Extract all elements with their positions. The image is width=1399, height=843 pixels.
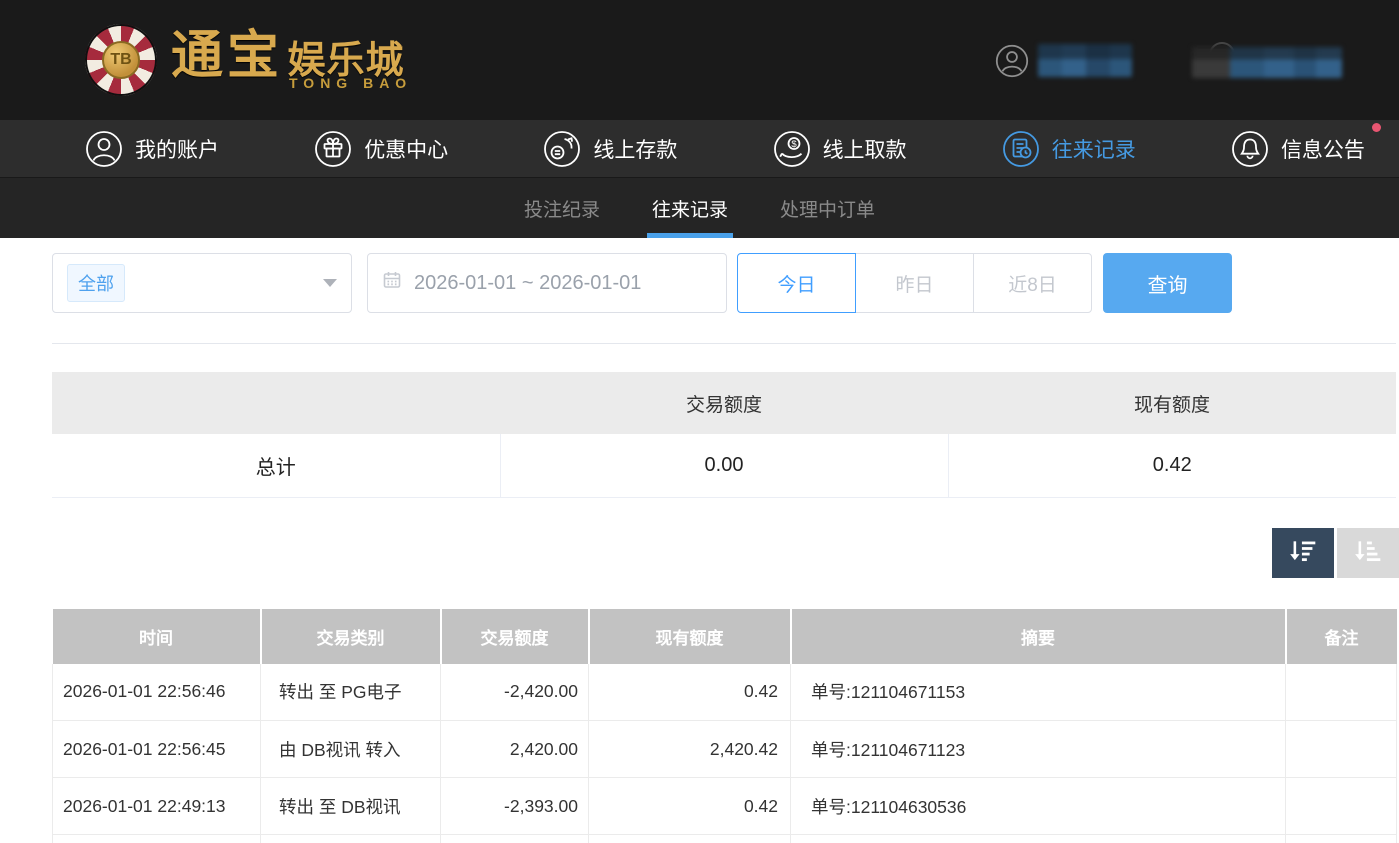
active-tab-underline: [647, 233, 733, 238]
blurred-balance: [1192, 47, 1342, 78]
nav-item-transaction-records[interactable]: 往来记录: [1002, 130, 1136, 168]
nav-item-withdraw[interactable]: $ 线上取款: [773, 130, 907, 168]
quick-date-buttons: 今日 昨日 近8日: [737, 253, 1092, 313]
category-select[interactable]: 全部: [52, 253, 352, 313]
nav-item-promotions[interactable]: 优惠中心: [314, 130, 448, 168]
summary-balance-total: 0.42: [948, 434, 1396, 497]
calendar-icon: [382, 270, 402, 296]
bell-icon: [1231, 130, 1269, 168]
tab-processing-orders[interactable]: 处理中订单: [778, 178, 877, 238]
tab-label: 处理中订单: [780, 195, 875, 222]
sort-ascending-button[interactable]: [1337, 528, 1399, 578]
date-range-picker[interactable]: 2026-01-01 ~ 2026-01-01: [367, 253, 727, 313]
svg-text:$: $: [791, 139, 797, 150]
chevron-down-icon: [323, 279, 337, 287]
cell-type: 转出 至 DB视讯: [261, 778, 441, 835]
sort-descending-icon: [1288, 539, 1318, 567]
nav-label: 我的账户: [135, 134, 219, 164]
nav-label: 线上存款: [593, 134, 677, 164]
brand-logo[interactable]: TB 通宝 娱乐城 TONG BAO: [85, 22, 412, 98]
nav-label: 往来记录: [1052, 134, 1136, 164]
nav-label: 信息公告: [1281, 134, 1365, 164]
brand-name-primary: 通宝: [171, 27, 283, 85]
tab-betting-records[interactable]: 投注纪录: [522, 178, 602, 238]
summary-total-row: 总计 0.00 0.42: [52, 434, 1396, 497]
col-header-balance: 现有额度: [589, 609, 791, 664]
sort-controls: [0, 528, 1399, 578]
cell-balance: 0.42: [589, 778, 791, 835]
cell-balance: 0.42: [589, 664, 791, 721]
user-icon: [85, 130, 123, 168]
selected-category-chip[interactable]: 全部: [67, 264, 125, 302]
tab-label: 投注纪录: [524, 195, 600, 222]
user-info-area: [979, 0, 1399, 120]
records-icon: [1002, 130, 1040, 168]
col-header-time: 时间: [53, 609, 261, 664]
query-button[interactable]: 查询: [1103, 253, 1232, 313]
top-header: TB 通宝 娱乐城 TONG BAO: [0, 0, 1399, 120]
nav-label: 线上取款: [823, 134, 907, 164]
chip-monogram: TB: [102, 41, 140, 79]
table-row-partial: [53, 835, 1397, 843]
sub-navigation: 投注纪录 往来记录 处理中订单: [0, 178, 1399, 238]
cell-summary: 单号:121104671153: [791, 664, 1286, 721]
cell-type: 转出 至 PG电子: [261, 664, 441, 721]
table-row: 2026-01-01 22:49:13 转出 至 DB视讯 -2,393.00 …: [53, 778, 1397, 835]
nav-label: 优惠中心: [364, 134, 448, 164]
cell-amount: -2,393.00: [441, 778, 589, 835]
cell-summary: 单号:121104630536: [791, 778, 1286, 835]
col-header-amount: 交易额度: [441, 609, 589, 664]
today-button[interactable]: 今日: [737, 253, 856, 313]
summary-header-empty: [52, 372, 500, 434]
user-avatar-icon: [995, 44, 1029, 83]
tab-transaction-records[interactable]: 往来记录: [650, 178, 730, 238]
blurred-username: [1038, 44, 1132, 77]
nav-item-deposit[interactable]: 线上存款: [543, 130, 677, 168]
nav-item-my-account[interactable]: 我的账户: [85, 130, 219, 168]
casino-chip-icon: TB: [85, 24, 157, 96]
summary-header-balance: 现有额度: [948, 372, 1396, 434]
cell-amount: -2,420.00: [441, 664, 589, 721]
col-header-type: 交易类别: [261, 609, 441, 664]
table-row: 2026-01-01 22:56:45 由 DB视讯 转入 2,420.00 2…: [53, 721, 1397, 778]
sort-ascending-icon: [1353, 539, 1383, 567]
records-header-row: 时间 交易类别 交易额度 现有额度 摘要 备注: [53, 609, 1397, 664]
date-range-value: 2026-01-01 ~ 2026-01-01: [414, 272, 641, 295]
last-8-days-button[interactable]: 近8日: [973, 253, 1092, 313]
table-row: 2026-01-01 22:56:46 转出 至 PG电子 -2,420.00 …: [53, 664, 1397, 721]
brand-name-en: TONG BAO: [289, 76, 412, 90]
deposit-icon: [543, 130, 581, 168]
cell-note: [1286, 664, 1397, 721]
withdraw-icon: $: [773, 130, 811, 168]
brand-text: 通宝 娱乐城 TONG BAO: [171, 30, 412, 90]
col-header-note: 备注: [1286, 609, 1397, 664]
cell-type: 由 DB视讯 转入: [261, 721, 441, 778]
sort-descending-button[interactable]: [1272, 528, 1334, 578]
cell-amount: 2,420.00: [441, 721, 589, 778]
main-content: 全部 2026-01-01 ~ 2026-01-01 今日 昨日 近8日 查询: [0, 253, 1399, 843]
col-header-summary: 摘要: [791, 609, 1286, 664]
notification-badge: [1372, 123, 1381, 132]
filter-bar: 全部 2026-01-01 ~ 2026-01-01 今日 昨日 近8日 查询: [52, 253, 1396, 313]
cell-time: 2026-01-01 22:56:45: [53, 721, 261, 778]
summary-header-transaction: 交易额度: [500, 372, 948, 434]
cell-time: 2026-01-01 22:49:13: [53, 778, 261, 835]
section-divider: [52, 343, 1396, 344]
main-navigation: 我的账户 优惠中心 线上存款 $: [0, 120, 1399, 178]
tab-label: 往来记录: [652, 195, 728, 222]
cell-note: [1286, 721, 1397, 778]
records-table: 时间 交易类别 交易额度 现有额度 摘要 备注 2026-01-01 22:56…: [52, 609, 1397, 843]
summary-total-label: 总计: [52, 434, 500, 497]
cell-summary: 单号:121104671123: [791, 721, 1286, 778]
yesterday-button[interactable]: 昨日: [855, 253, 974, 313]
cell-balance: 2,420.42: [589, 721, 791, 778]
cell-time: 2026-01-01 22:56:46: [53, 664, 261, 721]
summary-transaction-total: 0.00: [500, 434, 948, 497]
cell-note: [1286, 778, 1397, 835]
gift-icon: [314, 130, 352, 168]
nav-item-announcements[interactable]: 信息公告: [1231, 130, 1365, 168]
summary-header-row: 交易额度 现有额度: [52, 372, 1396, 434]
summary-table: 交易额度 现有额度 总计 0.00 0.42: [52, 372, 1396, 498]
